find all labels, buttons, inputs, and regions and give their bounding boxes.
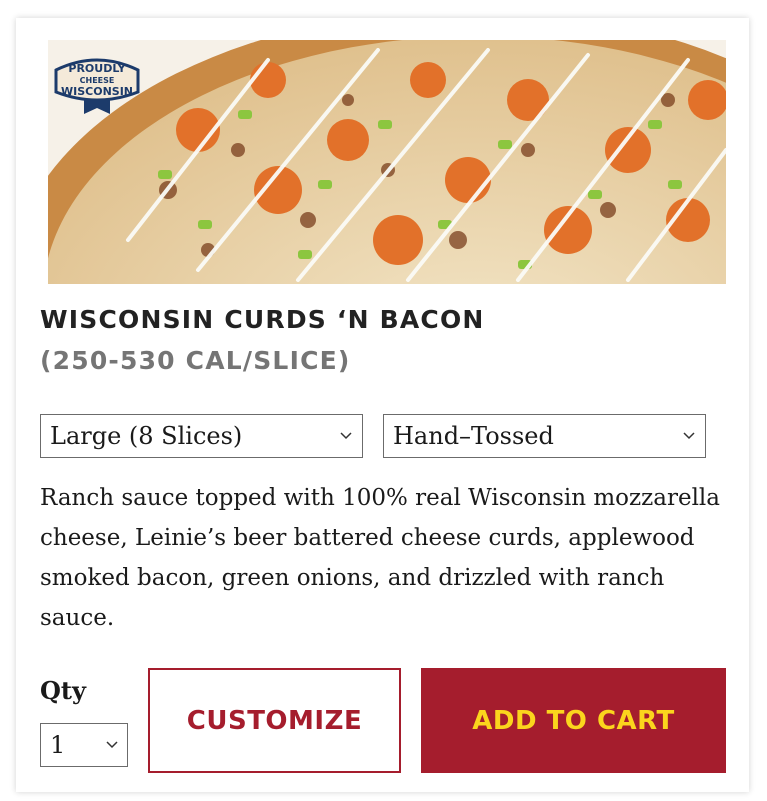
pizza-photo — [48, 40, 726, 284]
crust-select-value: Hand–Tossed — [393, 422, 554, 450]
customize-button[interactable]: CUSTOMIZE — [148, 668, 401, 773]
size-select-value: Large (8 Slices) — [50, 422, 243, 450]
badge-line-3: WISCONSIN — [61, 85, 133, 98]
quantity-label: Qty — [40, 676, 86, 705]
product-description: Ranch sauce topped with 100% real Wiscon… — [40, 485, 721, 631]
badge-line-1: PROUDLY — [68, 62, 126, 75]
chevron-down-icon — [340, 432, 352, 440]
badge-graphic: PROUDLY CHEESE WISCONSIN — [54, 58, 140, 114]
customize-button-label: CUSTOMIZE — [186, 705, 363, 736]
badge-line-2: CHEESE — [80, 76, 115, 85]
add-to-cart-button-label: ADD TO CART — [472, 705, 675, 736]
calorie-range: (250-530 CAL/SLICE) — [40, 346, 351, 375]
size-select[interactable]: Large (8 Slices) — [40, 414, 363, 458]
quantity-select[interactable]: 1 — [40, 723, 128, 767]
chevron-down-icon — [683, 432, 695, 440]
add-to-cart-button[interactable]: ADD TO CART — [421, 668, 726, 773]
quantity-select-value: 1 — [50, 731, 66, 759]
pizza-illustration — [48, 40, 726, 284]
chevron-down-icon — [106, 741, 118, 749]
crust-select[interactable]: Hand–Tossed — [383, 414, 706, 458]
product-title: WISCONSIN CURDS ‘N BACON — [40, 305, 485, 334]
proudly-wisconsin-cheese-badge: PROUDLY CHEESE WISCONSIN — [50, 48, 144, 118]
